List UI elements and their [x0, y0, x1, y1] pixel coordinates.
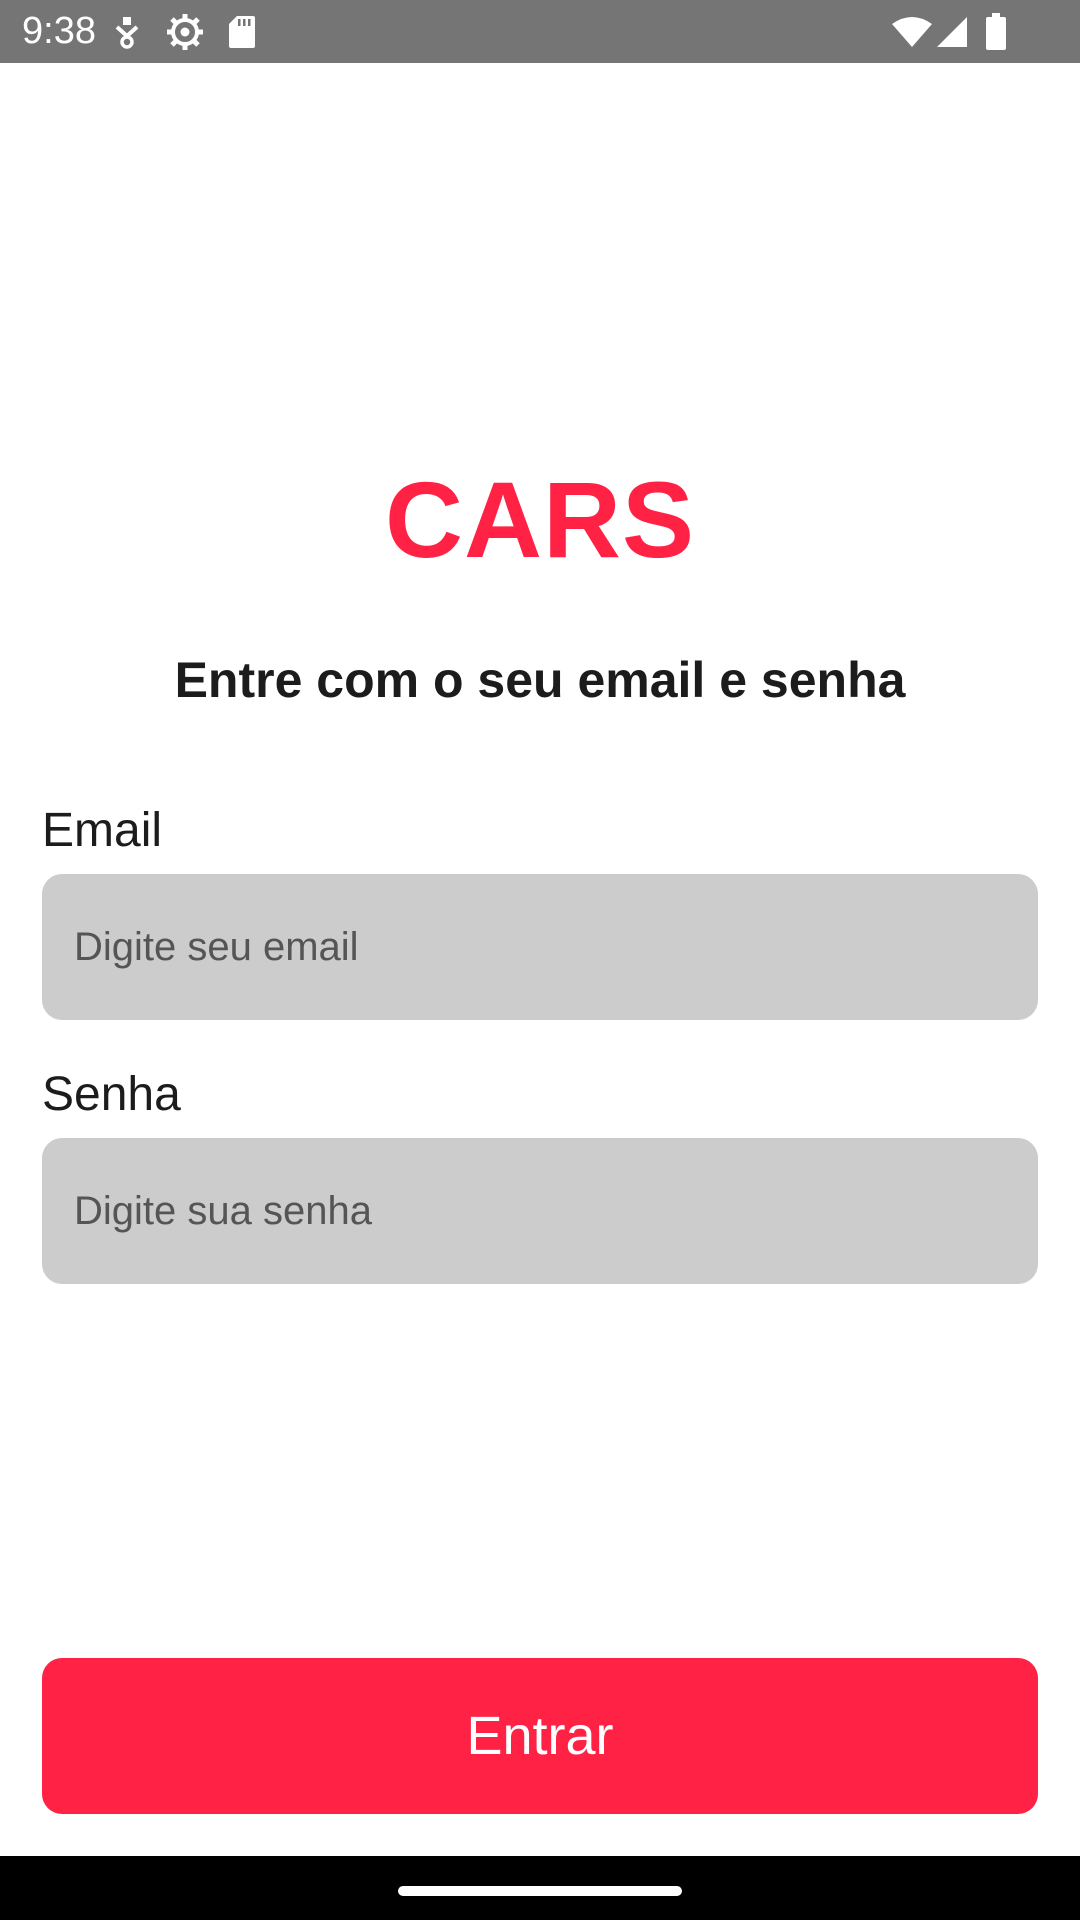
- login-button[interactable]: Entrar: [42, 1658, 1038, 1814]
- status-bar: 9:38: [0, 0, 1080, 63]
- password-label: Senha: [42, 1068, 181, 1121]
- login-subtitle: Entre com o seu email e senha: [174, 652, 906, 708]
- email-field[interactable]: [42, 874, 1038, 1020]
- battery-icon: [984, 0, 1008, 63]
- download-icon: [112, 0, 142, 63]
- signal-icon: [934, 0, 970, 63]
- navigation-bar: [0, 1856, 1080, 1920]
- settings-icon: [164, 0, 206, 63]
- wifi-icon: [890, 0, 934, 63]
- email-label: Email: [42, 804, 163, 857]
- status-time: 9:38: [22, 10, 96, 52]
- password-field[interactable]: [42, 1138, 1038, 1284]
- sd-card-icon: [226, 0, 258, 63]
- home-handle[interactable]: [398, 1886, 682, 1896]
- login-screen: 9:38 CARS Entre com o seu email e senha …: [0, 0, 1080, 1920]
- app-title: CARS: [384, 459, 696, 580]
